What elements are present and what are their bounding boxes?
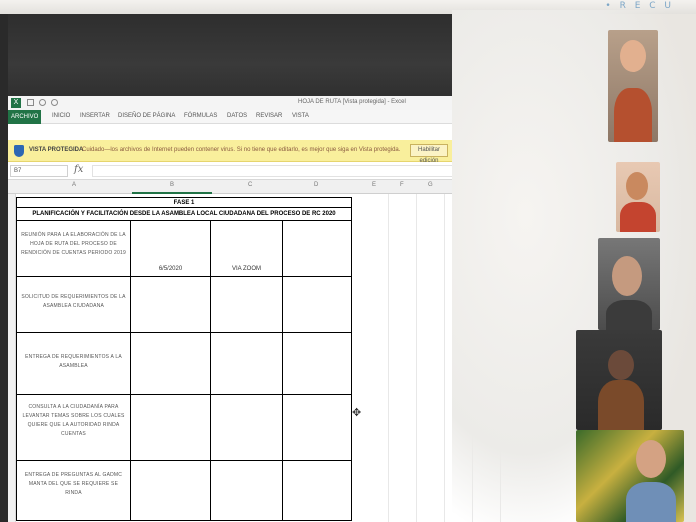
participant-video-5[interactable] [576,430,684,522]
screen-dark-band [8,14,478,98]
table-row: REUNIÓN PARA LA ELABORACIÓN DE LA HOJA D… [16,221,352,277]
participant-video-2[interactable] [616,162,660,232]
phase-header[interactable]: FASE 1 [16,197,352,207]
date-cell[interactable]: 6/5/2020 [131,221,211,276]
date-cell[interactable] [131,333,211,394]
tab-file[interactable]: ARCHIVO [8,110,42,124]
participant-head [626,172,648,200]
column-header-d[interactable]: D [314,182,318,188]
medium-value: VIA ZOOM [231,266,261,272]
activity-cell[interactable]: CONSULTA A LA CIUDADANÍA PARA LEVANTAR T… [17,395,131,460]
table-row: CONSULTA A LA CIUDADANÍA PARA LEVANTAR T… [16,395,352,461]
gridline [388,194,389,522]
medium-cell[interactable] [211,395,283,460]
medium-cell[interactable] [211,333,283,394]
tab-data[interactable]: DATOS [227,113,247,119]
table-row: SOLICITUD DE REQUERIMIENTOS DE LA ASAMBL… [16,277,352,333]
tab-formulas[interactable]: FÓRMULAS [184,113,217,119]
activity-cell[interactable]: ENTREGA DE REQUERIMIENTOS A LA ASAMBLEA [17,333,131,394]
date-cell[interactable] [131,461,211,520]
protected-view-message: Cuidado—los archivos de Internet pueden … [82,147,401,153]
tab-review[interactable]: REVISAR [256,113,282,119]
tab-insert[interactable]: INSERTAR [80,113,110,119]
enable-editing-button[interactable]: Habilitar edición [410,144,448,164]
participant-head [608,350,634,380]
shield-icon [14,145,24,157]
participant-head [620,40,646,72]
tab-view[interactable]: VISTA [292,113,309,119]
tab-home[interactable]: INICIO [52,113,70,119]
excel-logo-icon: X [11,98,21,108]
medium-cell[interactable] [211,461,283,520]
column-header-f[interactable]: F [400,182,404,188]
protected-view-label: VISTA PROTEGIDA [29,147,84,153]
notes-cell[interactable] [283,221,353,276]
participant-body [614,88,652,142]
participant-head [636,440,666,478]
notes-cell[interactable] [283,333,353,394]
medium-cell[interactable] [211,277,283,332]
column-header-e[interactable]: E [372,182,376,188]
date-cell[interactable] [131,277,211,332]
laptop-bezel [0,14,8,522]
column-header-c[interactable]: C [248,182,252,188]
medium-cell[interactable]: VIA ZOOM [211,221,283,276]
participant-body [626,482,676,522]
mouse-cursor-icon: ✥ [352,407,362,419]
notes-cell[interactable] [283,461,353,520]
participant-video-4[interactable] [576,330,662,430]
tab-page-layout[interactable]: DISEÑO DE PÁGINA [118,113,175,119]
participant-head [612,256,642,296]
activity-cell[interactable]: ENTREGA DE PREGUNTAS AL GADMC MANTA DEL … [17,461,131,520]
participant-video-1[interactable] [608,30,658,142]
participant-body [598,380,644,430]
window-title: HOJA DE RUTA [Vista protegida] - Excel [298,99,406,105]
participant-body [606,300,652,330]
row-headers [8,194,16,522]
notes-cell[interactable] [283,395,353,460]
date-value: 6/5/2020 [158,266,183,272]
notes-cell[interactable] [283,277,353,332]
redo-icon[interactable] [51,99,58,106]
column-header-b[interactable]: B [170,182,174,188]
undo-icon[interactable] [39,99,46,106]
table-row: ENTREGA DE PREGUNTAS AL GADMC MANTA DEL … [16,461,352,521]
fx-icon[interactable]: fx [74,164,83,175]
participant-body [620,202,656,232]
name-box[interactable]: B7 [10,165,68,177]
gridline [444,194,445,522]
column-header-a[interactable]: A [72,182,76,188]
participant-video-3[interactable] [598,238,660,330]
column-header-g[interactable]: G [428,182,433,188]
save-icon[interactable] [27,99,34,106]
activity-cell[interactable]: REUNIÓN PARA LA ELABORACIÓN DE LA HOJA D… [17,221,131,276]
table-row: ENTREGA DE REQUERIMIENTOS A LA ASAMBLEA [16,333,352,395]
gridline [416,194,417,522]
activity-cell[interactable]: SOLICITUD DE REQUERIMIENTOS DE LA ASAMBL… [17,277,131,332]
date-cell[interactable] [131,395,211,460]
table-heading[interactable]: PLANIFICACIÓN Y FACILITACIÓN DESDE LA AS… [16,207,352,221]
